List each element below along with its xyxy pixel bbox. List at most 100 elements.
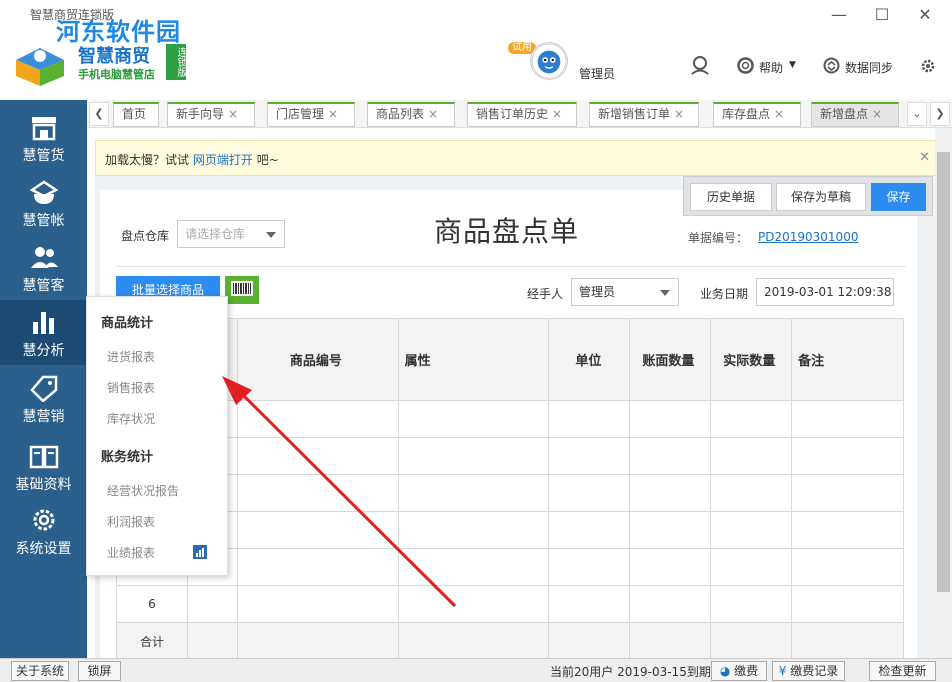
menu-item-purchase-report[interactable]: 进货报表 — [107, 348, 155, 365]
table-header-row: 商品编号 属性 单位 账面数量 实际数量 备注 — [116, 318, 904, 401]
pay-button[interactable]: ◕ 缴费 — [711, 661, 767, 681]
open-web-link[interactable]: 网页端打开 — [193, 153, 253, 167]
help-menu[interactable]: 帮助 — [759, 59, 783, 76]
sidebar-item-customers[interactable]: 慧管客 — [0, 235, 87, 300]
caret-down-icon — [266, 232, 276, 238]
brand-subtitle: 手机电脑慧管店 — [78, 68, 155, 81]
yen-icon: ¥ — [778, 664, 787, 678]
row-number: 6 — [116, 585, 188, 623]
save-draft-button[interactable]: 保存为草稿 — [776, 183, 866, 211]
sync-button[interactable]: 数据同步 — [845, 59, 893, 76]
save-button[interactable]: 保存 — [871, 183, 926, 211]
pay-record-button[interactable]: ¥ 缴费记录 — [772, 661, 845, 681]
close-icon[interactable]: × — [774, 107, 784, 121]
tab-new-sales-order[interactable]: 新增销售订单 × — [589, 102, 699, 127]
document-number[interactable]: PD20190301000 — [758, 230, 858, 244]
tab-list-dropdown[interactable]: ⌄ — [907, 102, 927, 126]
pay-icon: ◕ — [719, 664, 731, 678]
table-row[interactable] — [116, 400, 904, 438]
sidebar-item-analytics[interactable]: 慧分析 — [0, 300, 87, 365]
tab-scroll-right[interactable]: ❯ — [930, 102, 950, 126]
sidebar-item-marketing[interactable]: 慧营销 — [0, 366, 87, 431]
column-header: 账面数量 — [629, 318, 712, 401]
close-icon[interactable]: × — [428, 107, 438, 121]
users-icon — [30, 247, 58, 268]
column-header: 实际数量 — [710, 318, 793, 401]
check-update-button[interactable]: 检查更新 — [869, 661, 936, 681]
items-table: 商品编号 属性 单位 账面数量 实际数量 备注 6 合计 — [116, 318, 904, 660]
history-button[interactable]: 历史单据 — [690, 183, 772, 211]
tab-products[interactable]: 商品列表 × — [367, 102, 455, 127]
table-row[interactable]: 6 — [116, 585, 904, 623]
about-button[interactable]: 关于系统 — [11, 661, 69, 681]
table-row[interactable] — [116, 511, 904, 549]
sidebar-item-basic-data[interactable]: 基础资料 — [0, 434, 87, 499]
action-bar: 历史单据 保存为草稿 保存 — [683, 176, 933, 216]
store-icon — [31, 117, 56, 141]
bar-chart-icon — [32, 312, 54, 334]
total-label: 合计 — [116, 622, 188, 660]
docno-label: 单据编号： — [688, 231, 749, 245]
close-button[interactable]: ✕ — [910, 4, 940, 26]
lock-screen-button[interactable]: 锁屏 — [78, 661, 121, 681]
license-status: 当前20用户 2019-03-15到期 — [550, 665, 711, 679]
barcode-scan-icon[interactable] — [225, 276, 259, 304]
tab-home[interactable]: 首页 — [113, 102, 159, 127]
vertical-scrollbar[interactable] — [935, 128, 952, 658]
menu-item-operation-report[interactable]: 经营状况报告 — [107, 482, 179, 499]
tab-stores[interactable]: 门店管理 × — [267, 102, 355, 127]
sidebar-item-settings[interactable]: 系统设置 — [0, 498, 87, 563]
column-header: 单位 — [548, 318, 631, 401]
tab-new-stocktake[interactable]: 新增盘点 × — [811, 102, 899, 127]
tab-sales-history[interactable]: 销售订单历史 × — [467, 102, 577, 127]
scrollbar-thumb[interactable] — [937, 152, 950, 592]
menu-item-performance-report[interactable]: 业绩报表 — [107, 544, 155, 561]
close-icon[interactable]: × — [328, 107, 338, 121]
sidebar-item-accounts[interactable]: 慧管帐 — [0, 170, 87, 235]
help-icon[interactable] — [737, 57, 754, 74]
menu-item-profit-report[interactable]: 利润报表 — [107, 513, 155, 530]
close-icon[interactable]: × — [872, 107, 882, 121]
close-icon[interactable]: × — [674, 107, 684, 121]
menu-item-stock-status[interactable]: 库存状况 — [107, 410, 155, 427]
minimize-button[interactable]: — — [824, 4, 854, 26]
table-row[interactable] — [116, 437, 904, 475]
page-title: 商品盘点单 — [434, 215, 580, 248]
avatar[interactable] — [530, 42, 568, 80]
table-row[interactable] — [116, 548, 904, 586]
tag-icon — [29, 375, 57, 402]
handler-select[interactable]: 管理员 — [571, 278, 679, 306]
close-icon[interactable]: × — [552, 107, 562, 121]
total-row: 合计 — [116, 622, 904, 660]
tab-stocktake[interactable]: 库存盘点 × — [713, 102, 801, 127]
user-name[interactable]: 管理员 — [579, 65, 615, 82]
menu-item-sales-report[interactable]: 销售报表 — [107, 379, 155, 396]
table-row[interactable] — [116, 474, 904, 512]
close-icon[interactable]: × — [228, 107, 238, 121]
settings-gear-icon[interactable] — [919, 57, 937, 75]
gear-icon — [33, 509, 54, 531]
report-chart-icon — [193, 545, 207, 559]
sidebar-item-goods[interactable]: 慧管货 — [0, 105, 87, 170]
money-bag-icon — [29, 180, 58, 204]
title-bar: 智慧商贸连锁版 河东软件园 智慧商贸 手机电脑慧管店 连锁版 — ☐ ✕ 试用 … — [0, 0, 952, 100]
warehouse-select[interactable]: 请选择仓库 — [177, 220, 285, 248]
sync-icon[interactable] — [823, 57, 840, 74]
menu-section-title: 商品统计 — [101, 316, 154, 331]
column-header: 备注 — [791, 318, 904, 401]
notice-close-icon[interactable]: ✕ — [919, 150, 930, 165]
book-icon — [29, 445, 58, 469]
tab-scroll-left[interactable]: ❮ — [89, 102, 109, 126]
date-input[interactable]: 2019-03-01 12:09:38 — [756, 278, 894, 306]
column-header: 商品编号 — [236, 318, 399, 401]
divider — [116, 266, 906, 267]
chevron-down-icon[interactable]: ▼ — [789, 60, 796, 70]
maximize-button[interactable]: ☐ — [867, 4, 897, 26]
column-header: 属性 — [397, 318, 550, 401]
status-bar: 关于系统 锁屏 当前20用户 2019-03-15到期 ◕ 缴费 ¥ 缴费记录 … — [0, 658, 952, 682]
support-icon[interactable] — [689, 54, 711, 76]
handler-label: 经手人 — [527, 287, 564, 301]
analytics-flyout-menu: 商品统计 进货报表 销售报表 库存状况 账务统计 经营状况报告 利润报表 业绩报… — [86, 296, 228, 576]
tab-guide[interactable]: 新手向导 × — [167, 102, 255, 127]
tab-bar: ❮ 首页 新手向导 × 门店管理 × 商品列表 × 销售订单历史 × 新增销售订单 × 库… — [87, 100, 952, 128]
